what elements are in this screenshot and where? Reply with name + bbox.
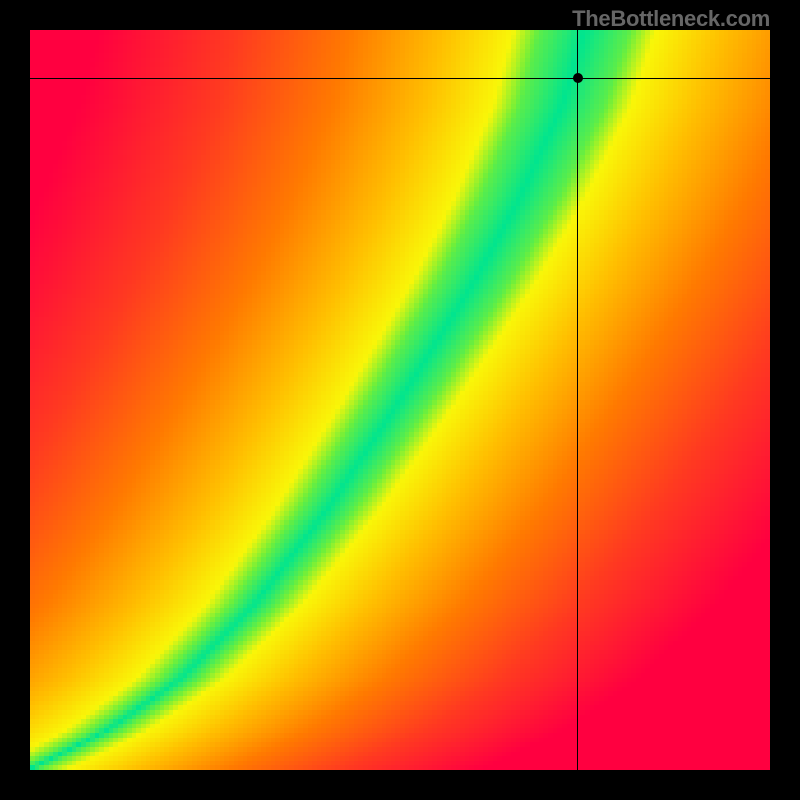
data-point-marker [573,73,583,83]
heatmap-canvas [30,30,770,770]
crosshair-horizontal [30,78,770,79]
watermark-text: TheBottleneck.com [572,6,770,32]
crosshair-vertical [577,30,578,770]
plot-area [30,30,770,770]
chart-container: TheBottleneck.com [0,0,800,800]
